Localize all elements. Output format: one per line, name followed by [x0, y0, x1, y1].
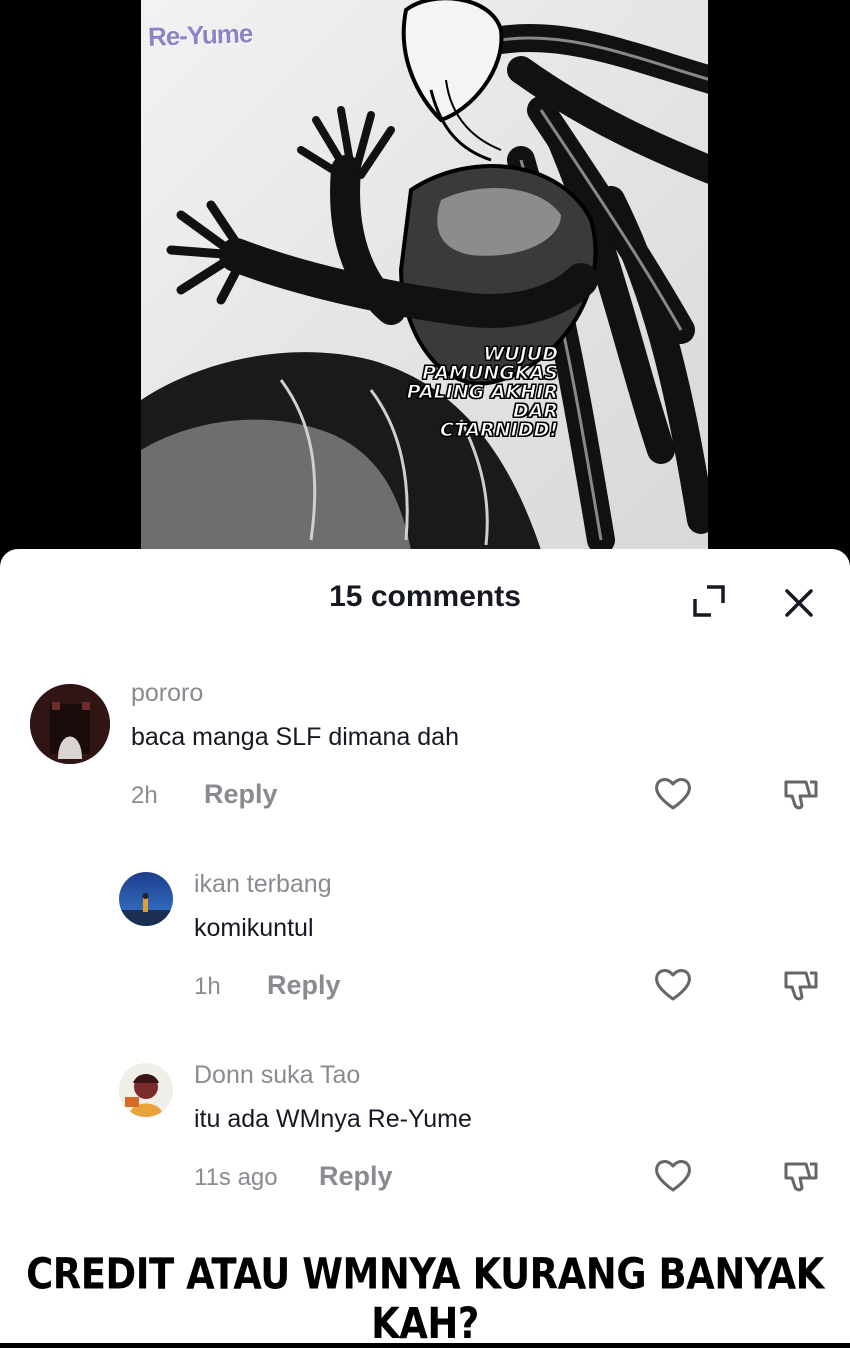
comment-text: itu ada WMnya Re-Yume	[194, 1105, 472, 1133]
comment-item: Donn suka Tao itu ada WMnya Re-Yume 11s …	[0, 549, 850, 1199]
comment-time: 11s ago	[194, 1164, 278, 1191]
video-area[interactable]: WUJUD PAMUNGKAS PALING AKHIR DAR CTARNID…	[0, 0, 850, 560]
caption-line: PALING AKHIR DAR	[406, 381, 558, 422]
like-heart-icon[interactable]	[653, 1156, 693, 1196]
watermark: Re-Yume	[147, 18, 253, 52]
avatar[interactable]	[119, 1063, 173, 1117]
comments-sheet: 15 comments pororo baca manga SLF dimana…	[0, 549, 850, 1343]
meme-caption: CREDIT ATAU WMNYA KURANG BANYAK KAH?	[26, 1249, 824, 1348]
manga-image: WUJUD PAMUNGKAS PALING AKHIR DAR CTARNID…	[141, 0, 708, 550]
reply-button[interactable]: Reply	[319, 1161, 393, 1192]
caption-line: CTARNIDD!	[440, 419, 559, 441]
dislike-icon[interactable]	[780, 1156, 820, 1196]
manga-caption: WUJUD PAMUNGKAS PALING AKHIR DAR CTARNID…	[358, 344, 559, 441]
comment-username[interactable]: Donn suka Tao	[194, 1061, 360, 1090]
